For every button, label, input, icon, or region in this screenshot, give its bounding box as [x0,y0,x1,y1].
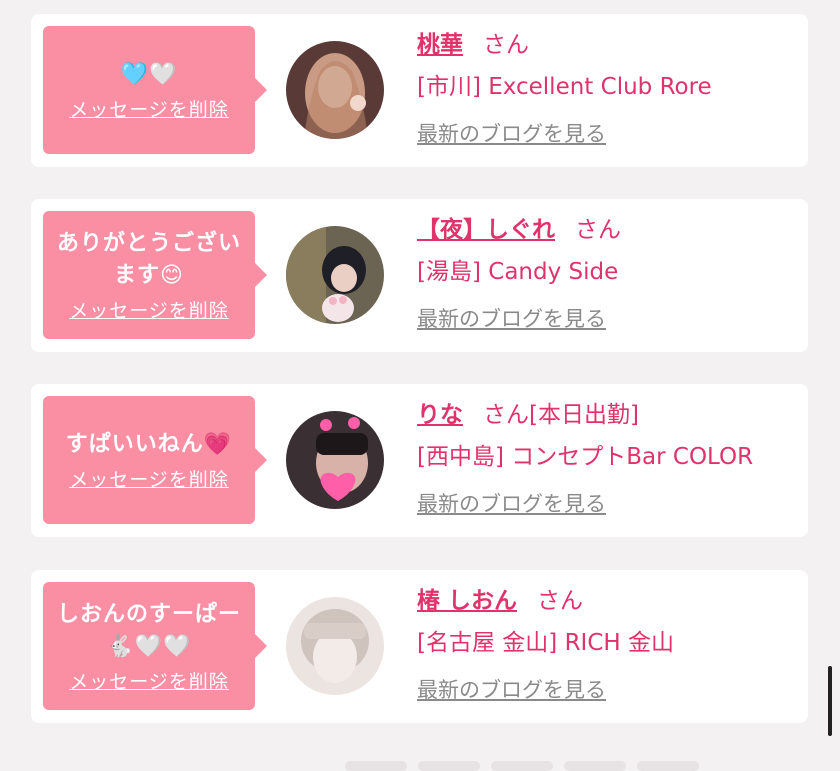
next-section-edge [564,761,626,771]
next-section-edge [418,761,480,771]
favorite-card: 🩵🤍 メッセージを削除 桃華 さん [市川] Excellent Club Ror… [31,14,808,167]
cast-name-link[interactable]: りな [417,402,463,428]
latest-blog-link[interactable]: 最新のブログを見る [417,114,798,154]
avatar[interactable] [286,226,384,324]
delete-message-link[interactable]: メッセージを削除 [69,465,229,492]
favorite-card: すぱいいねん💗 メッセージを削除 りな さん[本日出勤] [西中島] コンセプトB… [31,384,808,537]
avatar[interactable] [286,411,384,509]
shop-name: [西中島] コンセプトBar COLOR [417,444,754,470]
delete-message-link[interactable]: メッセージを削除 [69,95,229,122]
cast-info: 【夜】しぐれ さん [湯島] Candy Side 最新のブログを見る [417,211,798,339]
delete-message-link[interactable]: メッセージを削除 [69,667,229,694]
message-text: ありがとうございます😊 [56,230,241,288]
favorite-card: ありがとうございます😊 メッセージを削除 【夜】しぐれ さん [湯島] Candy… [31,199,808,352]
scrollbar[interactable] [828,666,832,736]
message-text: 🩵🤍 [120,61,178,87]
latest-blog-link[interactable]: 最新のブログを見る [417,299,798,339]
cast-info: 桃華 さん [市川] Excellent Club Rore 最新のブログを見る [417,26,798,154]
next-section-edge [637,761,699,771]
cast-name-link[interactable]: 椿 しおん [417,588,517,614]
avatar[interactable] [286,597,384,695]
honorific: さん[本日出勤] [483,402,639,428]
shop-name: [名古屋 金山] RICH 金山 [417,630,674,656]
message-text: しおんのすーぱー🐇🤍🤍 [56,601,241,659]
cast-name-link[interactable]: 【夜】しぐれ [417,217,555,243]
cast-info: りな さん[本日出勤] [西中島] コンセプトBar COLOR 最新のブログを見… [417,396,798,524]
shop-name: [湯島] Candy Side [417,259,619,285]
message-bubble: ありがとうございます😊 メッセージを削除 [43,211,267,339]
cast-info: 椿 しおん さん [名古屋 金山] RICH 金山 最新のブログを見る [417,582,798,710]
latest-blog-link[interactable]: 最新のブログを見る [417,670,798,710]
message-bubble: 🩵🤍 メッセージを削除 [43,26,267,154]
next-section-edge [491,761,553,771]
latest-blog-link[interactable]: 最新のブログを見る [417,484,798,524]
honorific: さん [483,32,529,58]
favorite-card: しおんのすーぱー🐇🤍🤍 メッセージを削除 椿 しおん さん [名古屋 金山] RI… [31,570,808,723]
message-text: すぱいいねん💗 [65,431,233,457]
next-section-edge [345,761,407,771]
message-bubble: すぱいいねん💗 メッセージを削除 [43,396,267,524]
avatar[interactable] [286,41,384,139]
cast-name-link[interactable]: 桃華 [417,32,463,58]
honorific: さん [537,588,584,614]
honorific: さん [575,217,621,243]
shop-name: [市川] Excellent Club Rore [417,74,712,100]
message-bubble: しおんのすーぱー🐇🤍🤍 メッセージを削除 [43,582,267,710]
delete-message-link[interactable]: メッセージを削除 [69,296,229,323]
